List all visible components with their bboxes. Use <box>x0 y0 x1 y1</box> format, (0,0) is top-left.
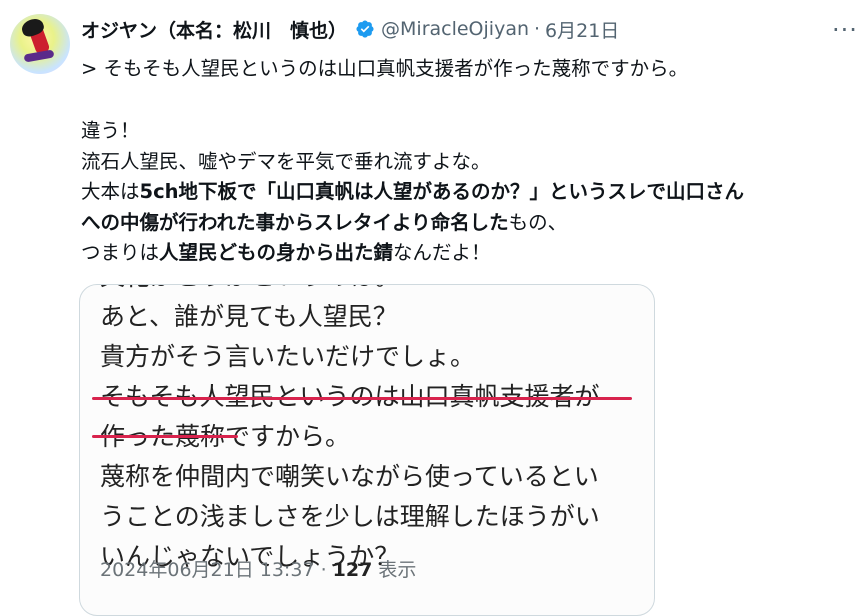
screenshot-line: うことの浅ましさを少しは理解したほうがい <box>100 502 600 531</box>
body-line: つまりは人望民どもの身から出た錆なんだよ！ <box>81 241 491 264</box>
user-handle[interactable]: @MiracleOjiyan <box>381 18 529 40</box>
cropped-line: 文化がどうかというのは。 <box>100 285 400 293</box>
quoted-text-line: > そもそも人望民というのは山口真帆支援者が作った蔑称ですから。 <box>81 57 689 80</box>
tweet-body: 違う！ 流石人望民、嘘やデマを平気で垂れ流すよな。 大本は5ch地下板で「山口真… <box>81 116 744 269</box>
tweet-header: オジヤン（本名：松川 慎也） @MiracleOjiyan · 6月21日 <box>81 14 619 44</box>
display-name[interactable]: オジヤン（本名：松川 慎也） <box>81 16 347 43</box>
view-label: 表示 <box>378 559 417 581</box>
screenshot-line: 貴方がそう言いたいだけでしょ。 <box>100 342 476 371</box>
screenshot-line: あと、誰が見ても人望民？ <box>100 302 398 331</box>
body-line: 違う！ <box>81 119 140 142</box>
red-underline <box>92 435 238 438</box>
body-line: への中傷が行われた事からスレタイより命名したもの、 <box>81 210 568 234</box>
avatar-decoration <box>23 49 55 63</box>
more-options-icon[interactable]: ··· <box>832 16 858 44</box>
red-underline <box>92 397 632 400</box>
attached-image[interactable]: 文化がどうかというのは。 あと、誰が見ても人望民？ 貴方がそう言いたいだけでしょ… <box>79 284 655 616</box>
body-line: 大本は5ch地下板で「山口真帆は人望があるのか？」というスレで山口さん <box>81 180 745 203</box>
screenshot-timestamp: 2024年06月21日 13:37 <box>100 559 315 581</box>
separator-dot: · <box>320 559 327 581</box>
separator-dot: · <box>534 18 541 40</box>
screenshot-meta: 2024年06月21日 13:37 · 127 表示 <box>100 555 416 582</box>
body-line: 流石人望民、嘘やデマを平気で垂れ流すよな。 <box>81 149 491 173</box>
view-count: 127 <box>332 559 373 581</box>
post-date[interactable]: 6月21日 <box>545 16 619 43</box>
screenshot-line: 蔑称を仲間内で嘲笑いながら使っているとい <box>100 462 599 491</box>
verified-badge-icon <box>356 20 374 38</box>
avatar[interactable] <box>10 14 70 74</box>
